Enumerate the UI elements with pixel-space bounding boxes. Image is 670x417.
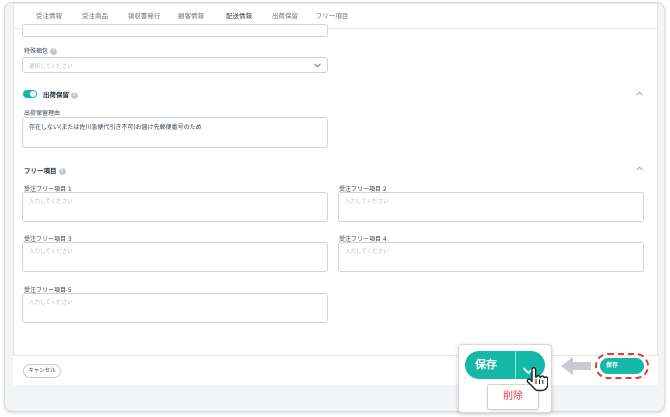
shipping-hold-title: 出荷保留? [43,89,78,99]
free-item-3-input[interactable]: 入力してください [22,242,328,272]
free-item-4-input[interactable]: 入力してください [338,242,644,272]
cancel-button[interactable]: キャンセル [23,364,61,378]
free-item-2-input[interactable]: 入力してください [338,192,644,222]
hold-reason-value: 存在しない(または佐川急便代引き不可)お届け先郵便番号のため [29,124,202,131]
hold-reason-textarea[interactable]: 存在しない(または佐川急便代引き不可)お届け先郵便番号のため [22,117,328,148]
free-item-3-placeholder: 入力してください [29,249,73,255]
free-item-1-input[interactable]: 入力してください [22,192,328,222]
app-window: 受注情報 受注商品 領収書発行 顧客情報 配送情報 出荷保留 フリー項目 特殊梱… [4,2,665,412]
chevron-down-icon[interactable] [632,363,638,382]
help-icon[interactable]: ? [58,167,66,175]
split-divider [515,351,516,379]
free-item-5-placeholder: 入力してください [29,300,73,306]
chevron-down-icon [314,63,321,68]
special-packaging-label: 特殊梱包? [24,46,58,55]
help-icon[interactable]: ? [50,48,58,55]
clipped-field[interactable] [22,24,328,37]
save-button-label: 保存 [606,362,619,369]
collapse-chevron-icon[interactable] [636,91,644,99]
free-items-title: フリー項目? [24,165,66,175]
save-button-label: 保存 [475,358,497,371]
collapse-chevron-icon[interactable] [636,166,644,174]
save-split-button[interactable]: 保存 [600,358,644,378]
hand-cursor-icon [524,366,549,396]
order-detail-panel: 受注情報 受注商品 領収書発行 顧客情報 配送情報 出荷保留 フリー項目 特殊梱… [13,3,658,377]
select-placeholder: 選択してください [29,64,73,70]
free-item-4-placeholder: 入力してください [345,249,389,255]
special-packaging-select[interactable]: 選択してください [22,57,328,73]
hold-reason-label: 出荷保留理由 [24,110,61,117]
shipping-hold-toggle[interactable] [23,90,37,98]
free-item-5-input[interactable]: 入力してください [22,293,328,323]
arrow-left-icon [560,356,592,380]
free-item-2-placeholder: 入力してください [345,199,389,205]
free-item-1-placeholder: 入力してください [29,199,73,205]
help-icon[interactable]: ? [71,91,78,99]
